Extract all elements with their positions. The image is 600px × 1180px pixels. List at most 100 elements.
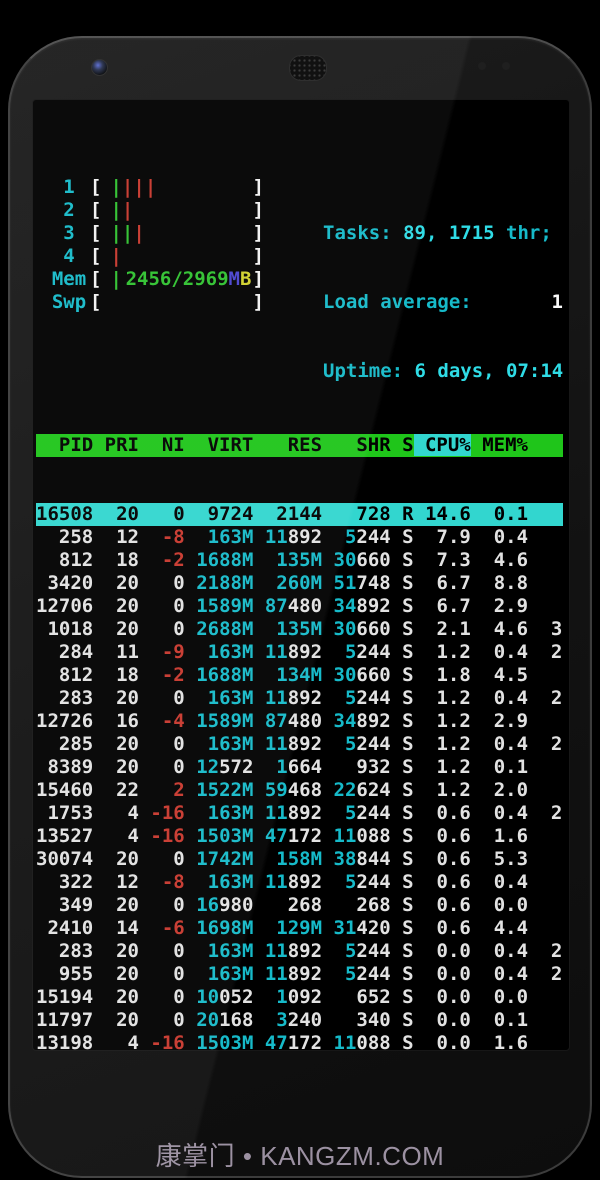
column-header-cpu[interactable]: CPU% <box>413 434 471 456</box>
cell-cpu: 0.6 <box>413 825 471 847</box>
mem-value-high: 34 <box>333 595 357 617</box>
cell-pid: 812 <box>36 549 94 571</box>
tasks-suffix: thr; <box>494 222 552 244</box>
table-row[interactable]: 284 11 -9 163M 11892 5244 S 1.2 0.4 2 <box>36 641 563 664</box>
meter-label: 2 <box>63 199 75 221</box>
cell-ni: -4 <box>138 710 185 732</box>
mem-value-high: 11 <box>264 940 288 962</box>
table-row[interactable]: 285 20 0 163M 11892 5244 S 1.2 0.4 2 <box>36 733 563 756</box>
table-row[interactable]: 3420 20 0 2188M 260M 51748 S 6.7 8.8 <box>36 572 563 595</box>
cell-ni: 0 <box>138 687 185 709</box>
cell-pri: 20 <box>93 618 139 640</box>
cell-pid: 13527 <box>36 825 94 847</box>
cell-mem-value: 268 <box>253 894 322 916</box>
column-header-pid[interactable]: PID <box>36 434 93 456</box>
table-row[interactable]: 955 20 0 163M 11892 5244 S 0.0 0.4 2 <box>36 963 563 986</box>
mem-value-high: 5 <box>344 641 357 663</box>
cell-mem-value: 30660 <box>322 618 391 640</box>
mem-value-high: 11 <box>264 641 288 663</box>
mem-value-low: 468 <box>287 779 323 801</box>
mem-value-high: 5 <box>344 963 357 985</box>
table-row[interactable]: 8389 20 0 12572 1664 932 S 1.2 0.1 <box>36 756 563 779</box>
table-row[interactable]: 30074 20 0 1742M 158M 38844 S 0.6 5.3 <box>36 848 563 871</box>
table-header: PID PRI NI VIRT RES SHR S CPU% MEM% <box>36 434 563 457</box>
table-row[interactable]: 12706 20 0 1589M 87480 34892 S 6.7 2.9 <box>36 595 563 618</box>
mem-value: 728 <box>356 503 391 525</box>
mem-value-high: 11 <box>264 526 288 548</box>
table-row[interactable]: 15460 22 2 1522M 59468 22624 S 1.2 2.0 <box>36 779 563 802</box>
column-header-s[interactable]: S <box>391 434 413 456</box>
column-header-pri[interactable]: PRI <box>93 434 139 456</box>
cell-mem-value: 87480 <box>253 710 322 732</box>
cell-mem-pct: 0.1 <box>470 1009 529 1031</box>
mem-value-mb: 1688M <box>196 549 254 571</box>
cell-cpu: 1.2 <box>413 733 471 755</box>
mem-value-high: 11 <box>264 963 288 985</box>
cell-mem-value: 135M <box>253 549 322 571</box>
column-header-ni[interactable]: NI <box>139 434 185 456</box>
table-row[interactable]: 322 12 -8 163M 11892 5244 S 0.6 0.4 <box>36 871 563 894</box>
table-row[interactable]: 283 20 0 163M 11892 5244 S 0.0 0.4 2 <box>36 940 563 963</box>
cell-mem-value: 5244 <box>322 641 391 663</box>
uptime-line: Uptime: 6 days, 07:14 <box>323 360 563 383</box>
table-row[interactable]: 16508 20 0 9724 2144 728 R 14.6 0.1 <box>36 503 563 526</box>
cell-mem-value: 5244 <box>322 526 391 548</box>
cell-pid: 285 <box>36 733 94 755</box>
cpu-meter-3: 3[| | |] <box>36 222 264 245</box>
meter-label: Swp <box>51 291 87 313</box>
phone-frame: 1[| | | |] 2[| |] 3[| | |] 4[|] Mem[| 2456/2969MB] S… <box>8 36 592 1178</box>
cell-mem-value: 163M <box>185 802 254 824</box>
tasks-label: Tasks: <box>323 222 404 244</box>
table-row[interactable]: 13198 4 -16 1503M 47172 11088 S 0.0 1.6 <box>36 1032 563 1050</box>
mem-value-low: 240 <box>287 1009 323 1031</box>
meter-bracket-close: ] <box>252 268 264 290</box>
table-row[interactable]: 283 20 0 163M 11892 5244 S 1.2 0.4 2 <box>36 687 563 710</box>
cell-mem-pct: 4.5 <box>470 664 529 686</box>
cell-pri: 20 <box>93 986 139 1008</box>
meter-bracket-open: [ <box>90 291 102 313</box>
cell-mem-value: 47172 <box>253 1032 322 1050</box>
cell-mem-pct: 4.4 <box>470 917 529 939</box>
cell-pid: 8389 <box>36 756 94 778</box>
cell-mem-value: 11892 <box>253 526 322 548</box>
memory-usage-text: 2456/2969MB <box>126 268 252 291</box>
cell-state: S <box>390 710 414 732</box>
cell-ni: -16 <box>138 802 185 824</box>
cell-mem-value: 163M <box>185 963 254 985</box>
cell-mem-value: 1698M <box>185 917 253 939</box>
table-row[interactable]: 15194 20 0 10052 1092 652 S 0.0 0.0 <box>36 986 563 1009</box>
table-row[interactable]: 812 18 -2 1688M 134M 30660 S 1.8 4.5 <box>36 664 563 687</box>
mem-value-high: 11 <box>264 871 288 893</box>
cell-mem-value: 340 <box>322 1009 390 1031</box>
cell-cpu: 6.7 <box>413 572 471 594</box>
table-row[interactable]: 11797 20 0 20168 3240 340 S 0.0 0.1 <box>36 1009 563 1032</box>
table-row[interactable]: 1018 20 0 2688M 135M 30660 S 2.1 4.6 3 <box>36 618 563 641</box>
mem-value-high: 1 <box>276 756 288 778</box>
column-header-mem[interactable]: MEM% <box>471 434 528 456</box>
table-row[interactable]: 1753 4 -16 163M 11892 5244 S 0.6 0.4 2 <box>36 802 563 825</box>
table-row[interactable]: 258 12 -8 163M 11892 5244 S 7.9 0.4 <box>36 526 563 549</box>
cell-ni: 0 <box>138 1009 185 1031</box>
mem-value-low: 892 <box>287 963 323 985</box>
meter-bracket-close: ] <box>252 291 264 313</box>
table-row[interactable]: 13527 4 -16 1503M 47172 11088 S 0.6 1.6 <box>36 825 563 848</box>
mem-value-high: 38 <box>333 848 357 870</box>
column-header-res[interactable]: RES <box>253 434 322 456</box>
table-row[interactable]: 812 18 -2 1688M 135M 30660 S 7.3 4.6 <box>36 549 563 572</box>
table-row[interactable]: 2410 14 -6 1698M 129M 31420 S 0.6 4.4 <box>36 917 563 940</box>
cell-mem-value: 1503M <box>185 825 253 847</box>
cell-mem-value: 163M <box>185 526 254 548</box>
cell-mem-value: 260M <box>253 572 322 594</box>
table-row[interactable]: 349 20 0 16980 268 268 S 0.6 0.0 <box>36 894 563 917</box>
column-header-virt[interactable]: VIRT <box>185 434 254 456</box>
cell-state: S <box>390 986 414 1008</box>
cell-pri: 12 <box>93 526 139 548</box>
cell-mem-value: 30660 <box>322 549 391 571</box>
table-row[interactable]: 12726 16 -4 1589M 87480 34892 S 1.2 2.9 <box>36 710 563 733</box>
column-header-shr[interactable]: SHR <box>322 434 390 456</box>
mem-value-mb: 135M <box>276 549 323 571</box>
green-bar-tick: | <box>110 176 122 198</box>
mem-value-high: 31 <box>333 917 357 939</box>
meter-label: 4 <box>63 245 75 267</box>
mem-value-low: 892 <box>287 940 323 962</box>
